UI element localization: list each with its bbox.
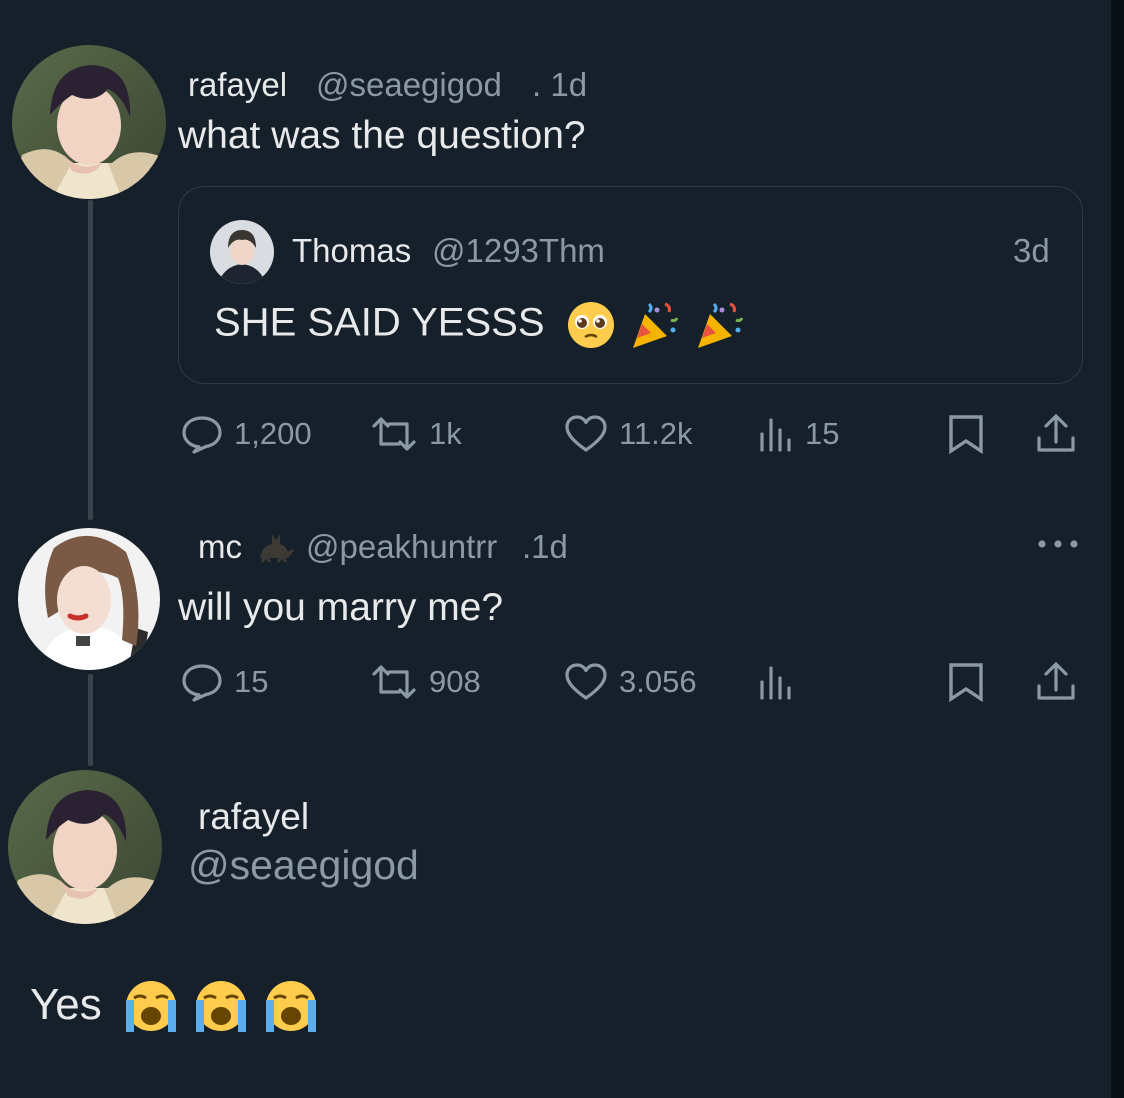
- view-count: 15: [805, 416, 840, 451]
- author-handle[interactable]: @seaegigod: [188, 842, 419, 889]
- window-edge: [1111, 0, 1124, 1098]
- thread-line: [88, 200, 93, 520]
- tweet-text: Yes: [30, 980, 102, 1029]
- bookmark-button[interactable]: [946, 662, 986, 702]
- cat-emoji: [256, 528, 296, 569]
- author-handle[interactable]: @peakhuntrr: [306, 528, 497, 566]
- author-name[interactable]: rafayel: [188, 66, 287, 104]
- like-button[interactable]: 3.056: [563, 662, 697, 702]
- share-button[interactable]: [1034, 660, 1078, 704]
- bookmark-button[interactable]: [946, 414, 986, 454]
- reply-count: 1,200: [234, 416, 312, 451]
- author-name[interactable]: rafayel: [198, 796, 309, 838]
- speech-bubble-icon: [180, 414, 224, 454]
- bar-chart-icon: [757, 662, 795, 702]
- thread-line: [88, 674, 93, 766]
- quoted-tweet-text: SHE SAID YESSS: [214, 300, 545, 345]
- like-count: 3.056: [619, 664, 697, 699]
- party-popper-emoji: [692, 298, 746, 352]
- bar-chart-icon: [757, 414, 795, 454]
- retweet-button[interactable]: 1k: [369, 414, 462, 454]
- avatar[interactable]: [12, 45, 166, 199]
- quoted-tweet-text-row: SHE SAID YESSS: [214, 298, 746, 352]
- avatar[interactable]: [8, 770, 162, 924]
- party-popper-emoji: [627, 298, 681, 352]
- tweet-text: what was the question?: [178, 114, 586, 157]
- like-button[interactable]: 11.2k: [563, 414, 693, 454]
- reply-button[interactable]: 15: [180, 662, 268, 702]
- heart-icon: [563, 414, 609, 454]
- share-button[interactable]: [1034, 412, 1078, 456]
- retweet-icon: [369, 662, 419, 702]
- quoted-author-name[interactable]: Thomas: [292, 232, 411, 270]
- more-button[interactable]: [1036, 534, 1082, 559]
- quoted-tweet-card[interactable]: [178, 186, 1083, 384]
- views-button[interactable]: [757, 662, 805, 702]
- retweet-count: 1k: [429, 416, 462, 451]
- like-count: 11.2k: [619, 416, 693, 451]
- retweet-icon: [369, 414, 419, 454]
- heart-icon: [563, 662, 609, 702]
- share-icon: [1034, 660, 1078, 704]
- retweet-button[interactable]: 908: [369, 662, 481, 702]
- share-icon: [1034, 412, 1078, 456]
- quoted-author-handle[interactable]: @1293Thm: [432, 232, 605, 270]
- views-button[interactable]: 15: [757, 414, 839, 454]
- quoted-timestamp[interactable]: 3d: [1013, 232, 1050, 270]
- pleading-face-emoji: [566, 300, 616, 350]
- loudly-crying-face-emoji: [262, 980, 320, 1034]
- timestamp[interactable]: . 1d: [532, 66, 587, 104]
- loudly-crying-face-emoji: [192, 980, 250, 1034]
- reply-count: 15: [234, 664, 269, 699]
- bookmark-icon: [946, 662, 986, 702]
- bookmark-icon: [946, 414, 986, 454]
- tweet-text-row: Yes: [30, 980, 320, 1034]
- author-handle[interactable]: @seaegigod: [316, 66, 502, 104]
- more-dots-icon: [1036, 540, 1082, 558]
- loudly-crying-face-emoji: [122, 980, 180, 1034]
- reply-button[interactable]: 1,200: [180, 414, 312, 454]
- author-name[interactable]: mc: [198, 528, 242, 566]
- timestamp[interactable]: .1d: [522, 528, 568, 566]
- speech-bubble-icon: [180, 662, 224, 702]
- avatar[interactable]: [18, 528, 160, 670]
- tweet-text: will you marry me?: [178, 586, 504, 629]
- retweet-count: 908: [429, 664, 481, 699]
- quoted-avatar[interactable]: [210, 220, 274, 284]
